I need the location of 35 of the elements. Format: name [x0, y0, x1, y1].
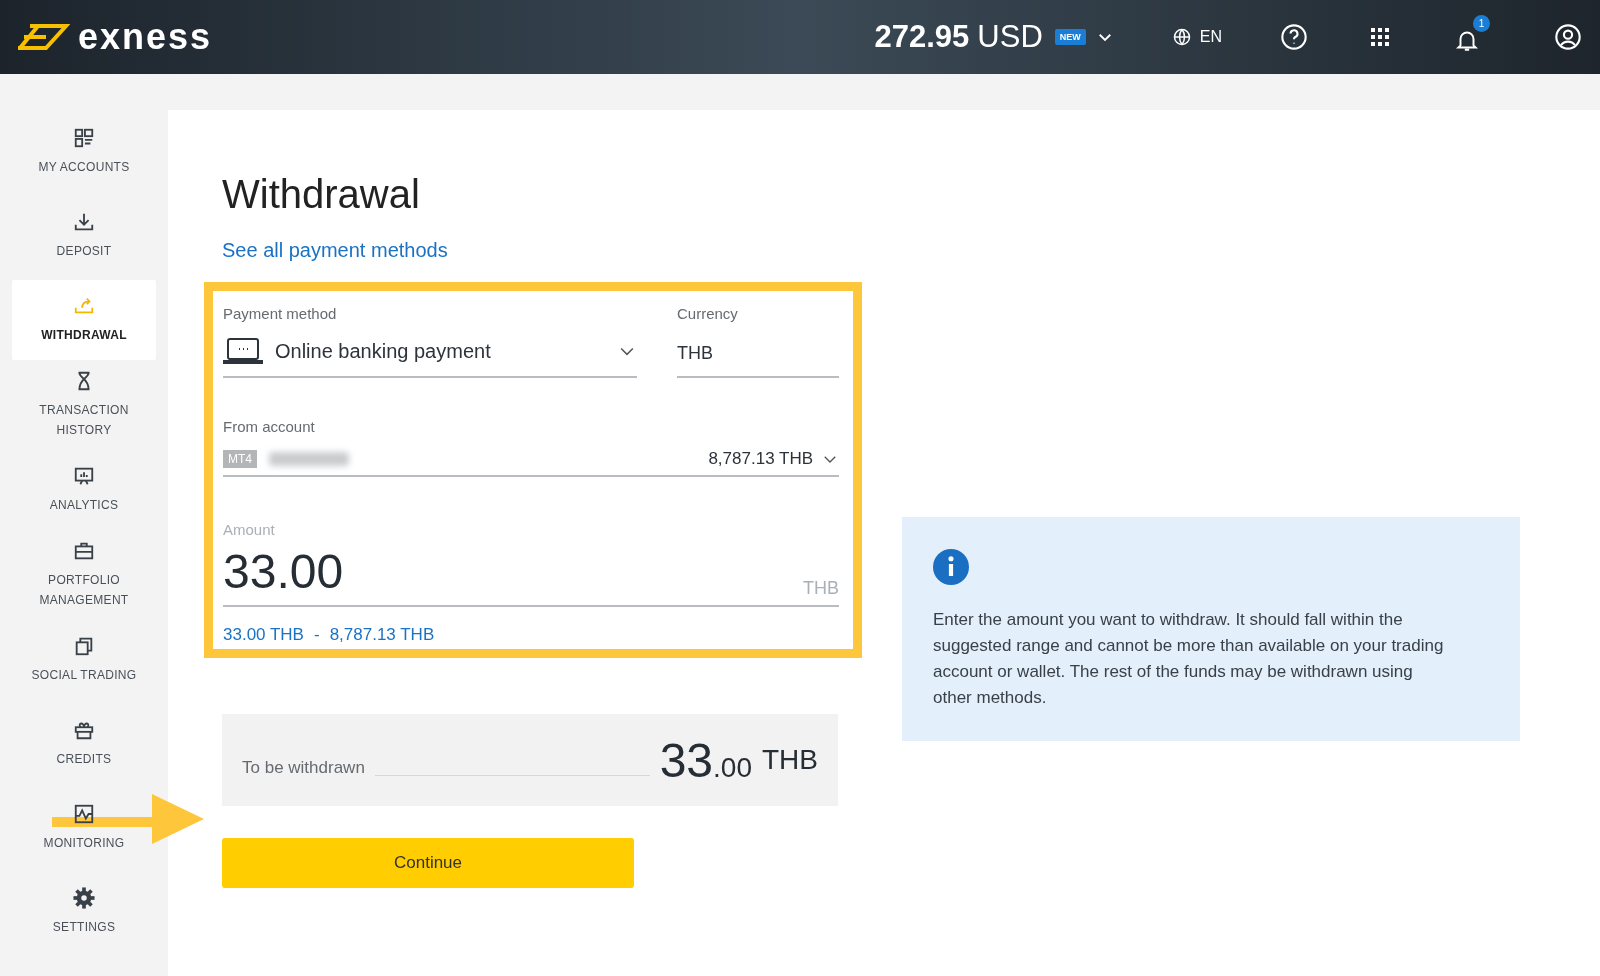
- summary-amount: 33.00: [659, 732, 752, 788]
- notifications-button[interactable]: 1: [1448, 15, 1490, 59]
- payment-methods-link[interactable]: See all payment methods: [222, 239, 862, 262]
- notification-count: 1: [1473, 15, 1490, 32]
- sidebar-item[interactable]: ANALYTICS: [12, 450, 156, 530]
- summary-currency: THB: [762, 744, 818, 776]
- balance-currency: USD: [977, 19, 1043, 55]
- info-text: Enter the amount you want to withdraw. It should fall within the suggested range and cannot be more than available on your trading account or wallet. The rest of the funds may be withdrawn using other methods.: [933, 609, 1445, 709]
- balance-amount: 272.95: [874, 19, 970, 55]
- field-label: From account: [223, 418, 316, 435]
- range-min: 33.00 THB: [223, 625, 304, 645]
- currency-field[interactable]: THB: [677, 328, 839, 378]
- account-select[interactable]: MT4 8,787.13 THB: [223, 441, 839, 477]
- new-badge: NEW: [1054, 29, 1086, 45]
- continue-button[interactable]: Continue: [222, 838, 634, 888]
- sidebar-item[interactable]: MONITORING: [12, 788, 156, 868]
- sidebar-item[interactable]: SETTINGS: [12, 872, 156, 952]
- range-separator: -: [313, 625, 320, 645]
- sidebar-item[interactable]: PORTFOLIO MANAGEMENT: [12, 534, 156, 616]
- sidebar-item[interactable]: DEPOSIT: [12, 196, 156, 276]
- logo-text: exness: [78, 16, 213, 58]
- field-label: Amount: [223, 521, 276, 538]
- sidebar-item[interactable]: WITHDRAWAL: [12, 280, 156, 360]
- field-label: Currency: [677, 305, 739, 322]
- page-title: Withdrawal: [222, 172, 421, 217]
- sidebar-item[interactable]: CREDITS: [12, 704, 156, 784]
- amount-field[interactable]: 33.00 THB: [223, 544, 839, 607]
- summary-label: To be withdrawn: [242, 757, 365, 778]
- sidebar-item[interactable]: TRANSACTION HISTORY: [12, 364, 156, 446]
- sidebar-item[interactable]: MY ACCOUNTS: [12, 112, 156, 192]
- language-button[interactable]: EN: [1167, 23, 1226, 51]
- sidebar-item[interactable]: SOCIAL TRADING: [12, 620, 156, 700]
- payment-method-select[interactable]: Online banking payment: [223, 328, 637, 378]
- range-max: 8,787.13 THB: [329, 625, 435, 645]
- field-label: Payment method: [223, 305, 338, 322]
